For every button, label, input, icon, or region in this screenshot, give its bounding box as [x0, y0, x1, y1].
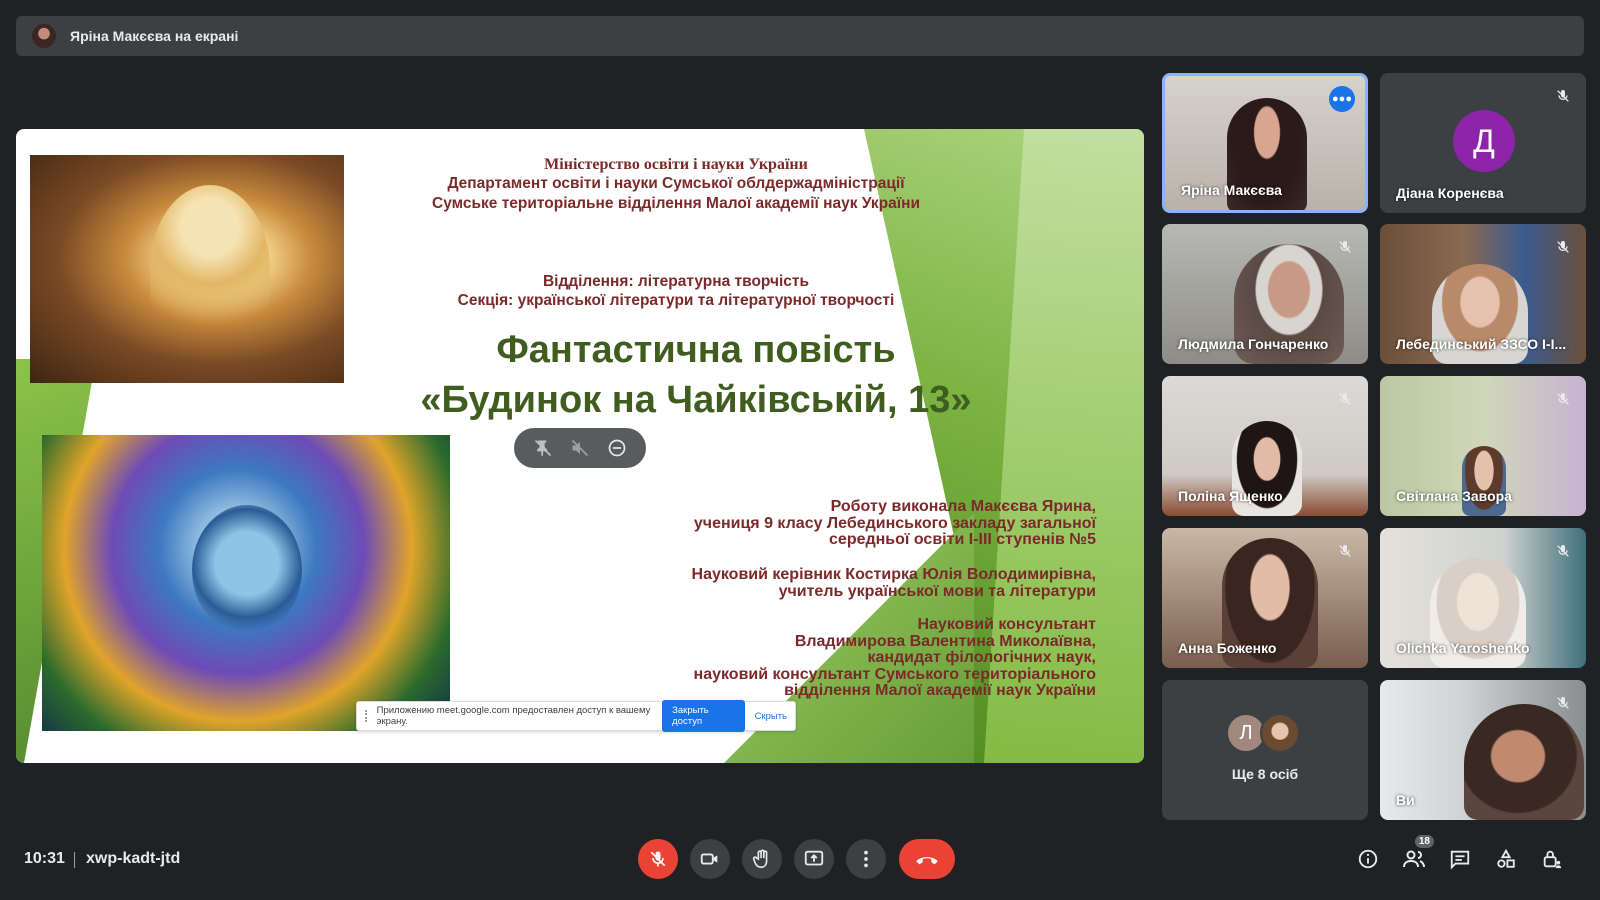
slide-ministry: Міністерство освіти і науки України	[544, 156, 808, 173]
slide-painting-fantasy	[42, 435, 450, 731]
microphone-toggle-button[interactable]	[638, 839, 678, 879]
mic-off-icon	[1552, 388, 1574, 410]
tile-controls-pill	[514, 428, 646, 468]
meeting-clock: 10:31	[24, 850, 65, 867]
participant-tile[interactable]: ●●● Яріна Макєєва	[1162, 73, 1368, 213]
slide-author-line: учениця 9 класу Лебединського закладу за…	[693, 514, 1096, 532]
mic-off-icon	[1552, 236, 1574, 258]
mic-off-icon	[650, 851, 666, 867]
remove-icon[interactable]	[606, 437, 628, 459]
participant-tile[interactable]: Світлана Завора	[1380, 376, 1586, 516]
slide-section: Секція: української літератури та літера…	[457, 292, 895, 309]
screen-share-notice: Приложению meet.google.com предоставлен …	[356, 700, 796, 732]
slide-consultant-line: науковий консультант Сумського територіа…	[693, 665, 1096, 683]
participant-name: Діана Коренєва	[1396, 185, 1504, 201]
slide-division: Відділення: літературна творчість	[542, 273, 810, 290]
chat-icon	[1450, 850, 1470, 870]
slide-supervisor-block: Науковий керівник Костирка Юлія Володими…	[576, 566, 1096, 600]
participant-tile[interactable]: Анна Боженко	[1162, 528, 1368, 668]
stop-sharing-button[interactable]: Закрыть доступ	[662, 700, 745, 732]
more-participants-tile[interactable]: Л Ще 8 осіб	[1162, 680, 1368, 820]
slide-author-line: середньої освіти І-ІІІ ступенів №5	[829, 531, 1096, 548]
chat-button[interactable]	[1444, 843, 1476, 875]
more-options-button[interactable]	[846, 839, 886, 879]
slide-consultant-line: Науковий консультант	[917, 616, 1096, 633]
meeting-code: xwp-kadt-jtd	[73, 850, 181, 868]
mic-off-icon	[1552, 540, 1574, 562]
activities-button[interactable]	[1490, 843, 1522, 875]
hand-icon	[752, 849, 768, 869]
slide-consultant-line: Владимирова Валентина Миколаївна,	[794, 632, 1096, 650]
presenter-banner: Яріна Макєєва на екрані	[16, 16, 1584, 56]
bottom-control-bar: 10:31 xwp-kadt-jtd 18	[0, 820, 1600, 900]
participant-video	[1462, 446, 1506, 516]
meeting-details-button[interactable]	[1352, 843, 1384, 875]
slide-consultant-line: відділення Малої академії наук України	[784, 682, 1096, 699]
leave-call-button[interactable]	[899, 839, 955, 879]
participant-name: Лебединський ЗЗСО І-І...	[1396, 336, 1567, 352]
more-participants-label: Ще 8 осіб	[1231, 766, 1299, 782]
participant-name: Яріна Макєєва	[1181, 182, 1282, 198]
slide-author-line: Роботу виконала Макєєва Ярина,	[830, 498, 1096, 515]
participant-name: Поліна Ященко	[1178, 488, 1283, 504]
participant-name: Olichka Yaroshenko	[1396, 640, 1530, 656]
participant-tile[interactable]: Поліна Ященко	[1162, 376, 1368, 516]
participants-count-badge: 18	[1414, 835, 1434, 848]
participants-button[interactable]: 18	[1398, 835, 1434, 875]
hide-notice-button[interactable]: Скрыть	[755, 711, 787, 722]
presenter-avatar	[32, 24, 56, 48]
participant-tile[interactable]: Olichka Yaroshenko	[1380, 528, 1586, 668]
slide-title-genre: Фантастична повість	[496, 329, 896, 371]
slide-supervisor-line: учитель української мови та літератури	[778, 582, 1096, 600]
self-tile[interactable]: Ви	[1380, 680, 1586, 820]
host-controls-button[interactable]	[1536, 843, 1568, 875]
slide-consultant-block: Науковий консультант Владимирова Валенти…	[576, 616, 1096, 700]
mic-off-icon	[1334, 540, 1356, 562]
participant-tile[interactable]: Лебединський ЗЗСО І-І...	[1380, 224, 1586, 364]
camera-icon	[700, 853, 718, 865]
people-icon	[1403, 850, 1425, 868]
slide-department: Департамент освіти і науки Сумської облд…	[447, 175, 905, 192]
present-screen-button[interactable]	[794, 839, 834, 879]
more-vert-icon	[864, 850, 868, 868]
participant-name: Ви	[1396, 792, 1415, 808]
participant-tile[interactable]: Людмила Гончаренко	[1162, 224, 1368, 364]
mute-audio-icon[interactable]	[569, 437, 591, 459]
mic-off-icon	[1334, 388, 1356, 410]
participant-initial-avatar: Д	[1453, 110, 1515, 172]
participant-name: Світлана Завора	[1396, 488, 1512, 504]
presenter-banner-text: Яріна Макєєва на екрані	[70, 28, 239, 44]
participant-tile[interactable]: Д Діана Коренєва	[1380, 73, 1586, 213]
hang-up-icon	[916, 857, 938, 865]
slide-consultant-line: кандидат філологічних наук,	[867, 649, 1096, 666]
slide-author-block: Роботу виконала Макєєва Ярина, учениця 9…	[576, 498, 1096, 549]
camera-toggle-button[interactable]	[690, 839, 730, 879]
slide-supervisor-line: Науковий керівник Костирка Юлія Володими…	[691, 566, 1096, 583]
mic-off-icon	[1552, 85, 1574, 107]
participant-name: Анна Боженко	[1178, 640, 1277, 656]
mic-off-icon	[1552, 692, 1574, 714]
lock-person-icon	[1543, 850, 1562, 869]
participant-name: Людмила Гончаренко	[1178, 336, 1329, 352]
share-notice-text: Приложению meet.google.com предоставлен …	[376, 705, 651, 727]
participant-video	[1464, 704, 1584, 820]
slide-title-name: «Будинок на Чайківській, 13»	[420, 379, 972, 421]
participant-avatar	[1260, 713, 1300, 753]
present-icon	[804, 850, 824, 866]
mic-off-icon	[1334, 236, 1356, 258]
slide-painting-girl	[30, 155, 344, 383]
pin-off-icon[interactable]	[532, 437, 554, 459]
info-icon	[1358, 849, 1378, 869]
activities-icon	[1497, 848, 1515, 868]
drag-handle-icon[interactable]	[365, 710, 371, 722]
slide-branch: Сумське територіальне відділення Малої а…	[432, 195, 920, 212]
raise-hand-button[interactable]	[742, 839, 782, 879]
speaking-indicator-icon: ●●●	[1329, 86, 1355, 112]
